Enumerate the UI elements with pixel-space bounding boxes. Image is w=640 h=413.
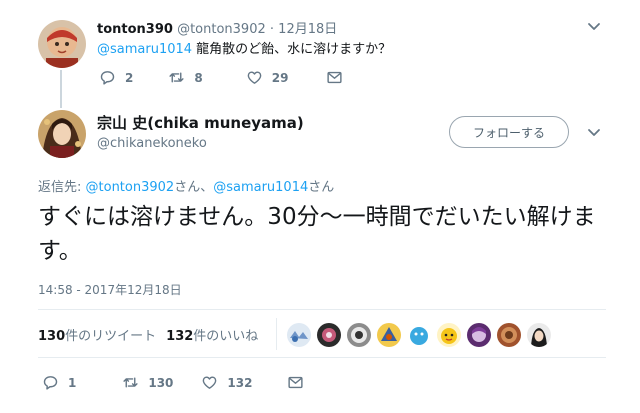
retweets-label: 件のリツイート [65, 329, 157, 344]
likes-stat[interactable]: 132件のいいね [166, 329, 258, 344]
reply-text-body: 龍角散のど飴、水に溶けますか？ [192, 42, 392, 57]
retweets-number: 130 [38, 329, 66, 344]
replying-mention-2[interactable]: @samaru1014 [213, 180, 308, 195]
reply-count: 2 [125, 70, 134, 85]
reply-actions: 2 8 29 [99, 69, 343, 86]
reply-avatar[interactable] [38, 20, 86, 68]
likes-number: 132 [166, 329, 194, 344]
reply-handle[interactable]: @tonton3902 [177, 22, 266, 37]
like-count: 29 [271, 70, 289, 85]
author-display-name[interactable]: 宗山 史(chika muneyama) [97, 112, 304, 133]
like-button[interactable]: 29 [246, 69, 289, 86]
liker-avatar[interactable] [497, 323, 521, 347]
liker-avatar[interactable] [437, 323, 461, 347]
replying-to: 返信先: @tonton3902さん、@samaru1014さん [38, 176, 334, 195]
replying-joiner: さん、 [174, 180, 214, 195]
retweets-stat[interactable]: 130件のリツイート [38, 329, 156, 344]
reply-button[interactable]: 1 [42, 374, 76, 391]
engagement-stats: 130件のリツイート 132件のいいね [38, 325, 258, 344]
liker-avatar[interactable] [467, 323, 491, 347]
reply-tweet: tonton390 @tonton3902 · 12月18日 @samaru10… [0, 0, 640, 108]
direct-message-button[interactable] [287, 374, 304, 391]
reply-count: 1 [68, 375, 77, 390]
reply-display-name[interactable]: tonton390 [97, 22, 173, 37]
liker-avatar[interactable] [347, 323, 371, 347]
retweet-icon [168, 69, 185, 86]
replying-mention-1[interactable]: @tonton3902 [86, 180, 175, 195]
liker-avatar[interactable] [377, 323, 401, 347]
chevron-down-icon[interactable] [586, 124, 602, 140]
author-handle[interactable]: @chikanekoneko [97, 136, 207, 151]
retweet-count: 8 [194, 70, 203, 85]
chevron-down-icon[interactable] [586, 18, 602, 34]
retweet-button[interactable]: 130 [122, 374, 173, 391]
reply-button[interactable]: 2 [99, 69, 133, 86]
reply-icon [99, 69, 116, 86]
stats-separator [276, 318, 277, 350]
reply-separator: · [269, 22, 275, 37]
tweet-text: すぐには溶けません。30分〜一時間でだいたい解けます。 [38, 204, 596, 264]
retweet-count: 130 [148, 375, 174, 390]
author-avatar[interactable] [38, 110, 86, 158]
thread-line [60, 70, 62, 108]
liker-avatar[interactable] [287, 323, 311, 347]
reply-mention-link[interactable]: @samaru1014 [97, 42, 192, 57]
retweet-button[interactable]: 8 [168, 69, 203, 86]
like-count: 132 [227, 375, 253, 390]
follow-button[interactable]: フォローする [449, 116, 569, 148]
tweet-timestamp[interactable]: 14:58 - 2017年12月18日 [38, 281, 182, 298]
direct-message-button[interactable] [326, 69, 343, 86]
like-button[interactable]: 132 [201, 374, 252, 391]
heart-icon [201, 374, 218, 391]
reply-icon [42, 374, 59, 391]
replying-suffix: さん [308, 180, 335, 195]
likes-label: 件のいいね [193, 329, 259, 344]
heart-icon [246, 69, 263, 86]
liker-avatars [287, 323, 557, 347]
liker-avatar[interactable] [527, 323, 551, 347]
reply-header: tonton390 @tonton3902 · 12月18日 [97, 18, 337, 37]
liker-avatar[interactable] [317, 323, 341, 347]
envelope-icon [326, 69, 343, 86]
reply-date[interactable]: 12月18日 [278, 22, 337, 37]
liker-avatar[interactable] [407, 323, 431, 347]
reply-text: @samaru1014 龍角散のど飴、水に溶けますか？ [97, 38, 391, 57]
divider [38, 357, 606, 358]
divider [38, 309, 606, 310]
envelope-icon [287, 374, 304, 391]
replying-prefix: 返信先: [38, 180, 86, 195]
tweet-actions: 1 130 132 [42, 374, 304, 391]
retweet-icon [122, 374, 139, 391]
